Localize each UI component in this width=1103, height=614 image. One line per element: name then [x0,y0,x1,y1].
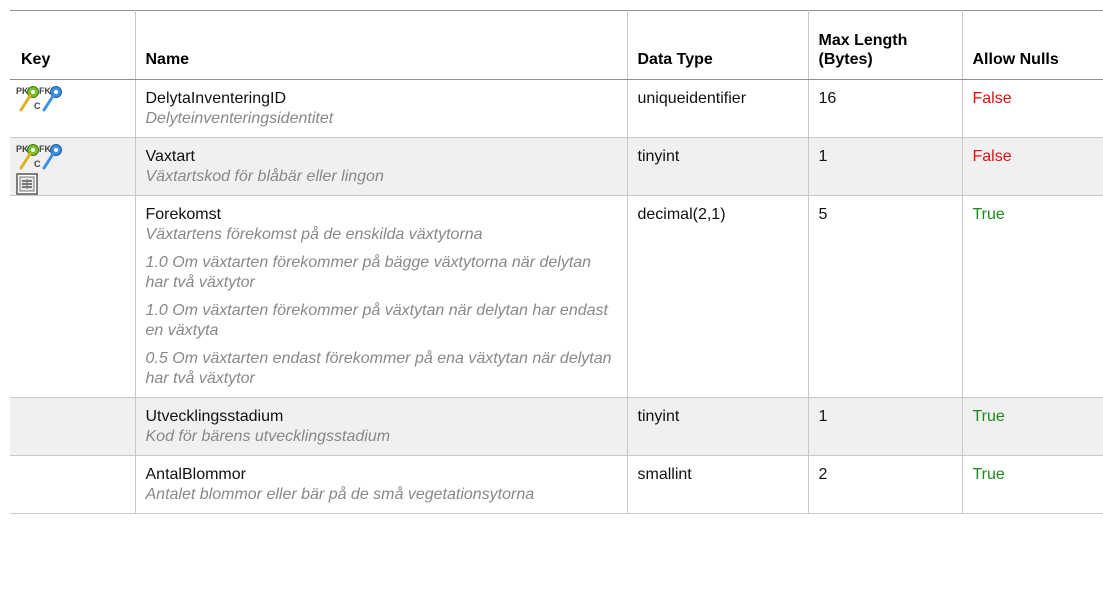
field-note: 1.0 Om växtarten förekommer på bägge väx… [145,254,592,291]
header-name: Name [134,10,627,80]
table-row: AntalBlommor Antalet blommor eller bär p… [10,455,1103,514]
field-name: Vaxtart [145,148,196,165]
svg-text:PK: PK [16,86,29,96]
allow-nulls-cell: False [961,79,1103,138]
table-row: Utvecklingsstadium Kod för bärens utveck… [10,397,1103,456]
max-length-cell: 5 [807,195,962,398]
key-cell: PK FK C [10,137,135,196]
header-data-type: Data Type [626,10,808,80]
pk-fk-c-key-icon: PK FK C [16,144,62,170]
data-type-cell: decimal(2,1) [626,195,808,398]
key-cell [10,455,135,514]
table-row: Forekomst Växtartens förekomst på de ens… [10,195,1103,398]
field-description: Växtartskod för blåbär eller lingon [145,168,384,185]
name-cell: Vaxtart Växtartskod för blåbär eller lin… [134,137,627,196]
svg-text:PK: PK [16,144,29,154]
field-note: 1.0 Om växtarten förekommer på växtytan … [145,302,608,339]
data-type-cell: tinyint [626,397,808,456]
header-max-length-line2: (Bytes) [818,51,873,68]
data-type-cell: tinyint [626,137,808,196]
svg-text:FK: FK [39,86,51,96]
max-length-cell: 1 [807,137,962,196]
table-header: Key Name Data Type Max Length (Bytes) Al… [10,10,1103,80]
key-cell: PK FK C [10,79,135,138]
name-cell: Forekomst Växtartens förekomst på de ens… [134,195,627,398]
data-type-cell: uniqueidentifier [626,79,808,138]
allow-nulls-cell: True [961,455,1103,514]
field-description: Antalet blommor eller bär på de små vege… [145,486,535,503]
columns-table: Key Name Data Type Max Length (Bytes) Al… [10,10,1103,514]
header-row: Key Name Data Type Max Length (Bytes) Al… [10,10,1103,80]
name-cell: AntalBlommor Antalet blommor eller bär p… [134,455,627,514]
key-cell [10,195,135,398]
name-cell: Utvecklingsstadium Kod för bärens utveck… [134,397,627,456]
field-description: Kod för bärens utvecklingsstadium [145,428,391,445]
svg-text:C: C [34,101,41,111]
header-key: Key [10,10,135,80]
field-name: AntalBlommor [145,466,246,483]
header-max-length: Max Length (Bytes) [807,10,962,80]
max-length-cell: 2 [807,455,962,514]
name-cell: DelytaInventeringID Delyteinventeringsid… [134,79,627,138]
key-cell [10,397,135,456]
table-body: PK FK C DelytaInventeringID Delyteinvent… [10,79,1103,514]
svg-text:FK: FK [39,144,51,154]
data-type-cell: smallint [626,455,808,514]
header-max-length-line1: Max Length [818,32,908,49]
field-name: Utvecklingsstadium [145,408,284,425]
columns-table-container: Key Name Data Type Max Length (Bytes) Al… [0,0,1103,614]
allow-nulls-cell: True [961,397,1103,456]
allow-nulls-cell: True [961,195,1103,398]
field-note: 0.5 Om växtarten endast förekommer på en… [145,350,612,387]
index-icon [16,173,38,195]
table-row: PK FK C DelytaInventeringID Delyteinvent… [10,79,1103,138]
max-length-cell: 1 [807,397,962,456]
field-name: Forekomst [145,206,222,223]
header-allow-nulls: Allow Nulls [961,10,1103,80]
allow-nulls-cell: False [961,137,1103,196]
field-name: DelytaInventeringID [145,90,287,107]
field-description: Växtartens förekomst på de enskilda växt… [145,226,483,243]
max-length-cell: 16 [807,79,962,138]
svg-text:C: C [34,159,41,169]
table-row: PK FK C Vaxtart Växtartskod för blåbär e… [10,137,1103,196]
field-description: Delyteinventeringsidentitet [145,110,334,127]
pk-fk-c-key-icon: PK FK C [16,86,62,112]
